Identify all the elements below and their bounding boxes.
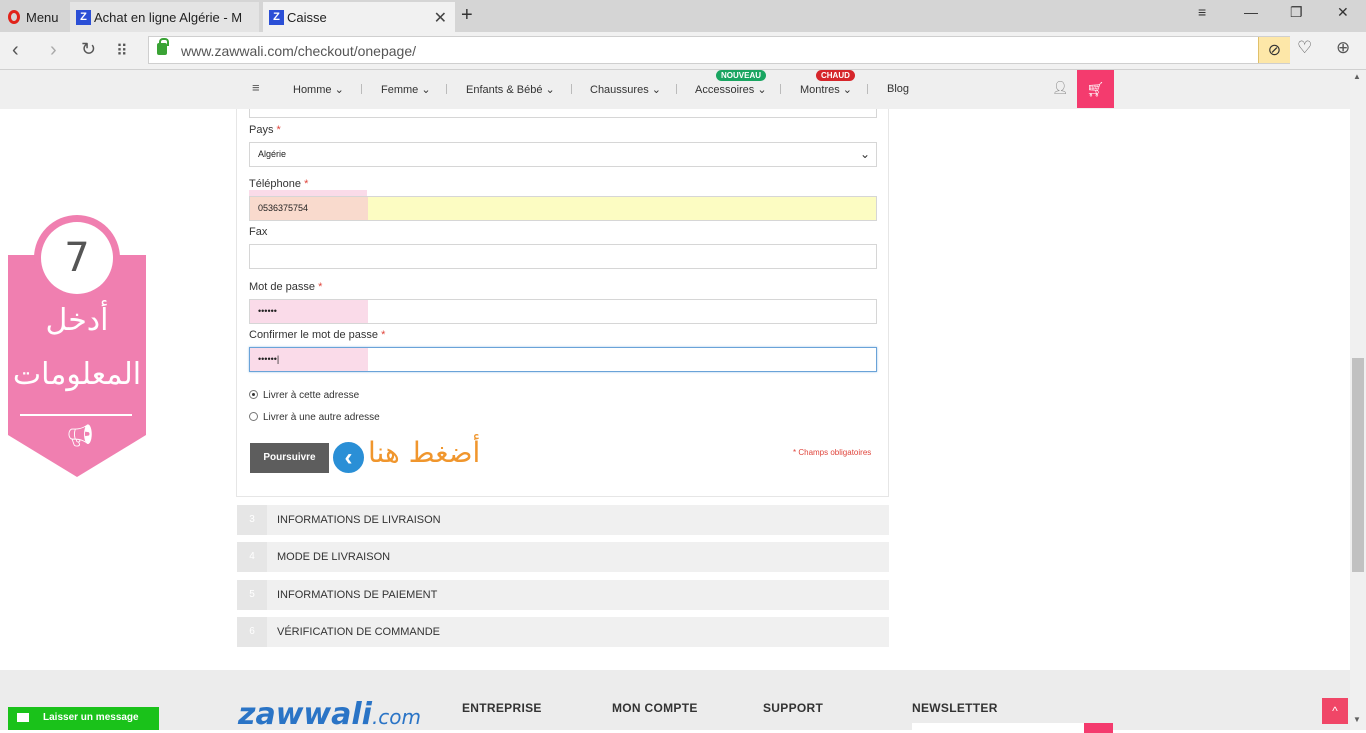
address-bar-row: ‹ › ↻ ⠿ www.zawwali.com/checkout/onepage… — [0, 32, 1366, 70]
restore-icon[interactable]: ❐ — [1290, 4, 1303, 21]
nav-item-accessoires[interactable]: Accessoires ⌄ — [695, 83, 767, 96]
fax-input[interactable] — [249, 244, 877, 269]
footer-heading-mon-compte: MON COMPTE — [612, 701, 698, 715]
nouveau-badge: NOUVEAU — [716, 70, 767, 81]
opera-logo-icon — [8, 10, 20, 24]
download-icon[interactable]: ⊕ — [1336, 38, 1350, 58]
step-number: 4 — [237, 542, 267, 572]
site-footer: zawwali.com ENTREPRISE MON COMPTE SUPPOR… — [0, 670, 1350, 733]
footer-heading-support: SUPPORT — [763, 701, 824, 715]
ship-same-label: Livrer à cette adresse — [263, 390, 360, 401]
country-select[interactable]: Algérie ⌄ — [249, 142, 877, 167]
url-field[interactable]: www.zawwali.com/checkout/onepage/ ⊘ — [148, 36, 1290, 64]
mail-icon — [17, 713, 29, 722]
newsletter-email-input[interactable] — [912, 723, 1084, 733]
tab-achat-en-ligne[interactable]: Z Achat en ligne Algérie - M — [70, 2, 259, 32]
instruction-line-1: أدخل — [45, 303, 109, 338]
step-number: 5 — [237, 580, 267, 610]
footer-heading-entreprise: ENTREPRISE — [462, 701, 542, 715]
continue-button[interactable]: Poursuivre — [250, 443, 329, 473]
phone-input[interactable]: 0536375754 — [249, 196, 877, 221]
ship-same-radio[interactable] — [249, 390, 258, 399]
nav-item-femme[interactable]: Femme ⌄ — [381, 83, 431, 96]
zawwali-favicon-icon: Z — [76, 9, 91, 25]
confirm-password-label: Confirmer le mot de passe * — [249, 329, 386, 341]
previous-field-edge — [249, 109, 877, 118]
nav-item-homme[interactable]: Homme ⌄ — [293, 83, 344, 96]
reload-icon[interactable]: ↻ — [81, 39, 96, 60]
country-label: Pays * — [249, 124, 281, 136]
nav-separator — [361, 84, 362, 94]
confirm-password-input[interactable]: ••••••| — [249, 347, 877, 372]
chevron-down-icon: ⌄ — [859, 147, 870, 161]
nav-separator — [780, 84, 781, 94]
ad-block-icon[interactable]: ⊘ — [1258, 37, 1290, 63]
scrollbar-thumb[interactable] — [1352, 358, 1364, 572]
tab-caisse[interactable]: Z Caisse ✕ — [263, 2, 455, 32]
ship-other-radio[interactable] — [249, 412, 258, 421]
nav-item-montres[interactable]: Montres ⌄ — [800, 83, 852, 96]
step-title: MODE DE LIVRAISON — [277, 551, 391, 563]
newsletter-submit-button[interactable] — [1084, 723, 1113, 733]
bookmark-heart-icon[interactable]: ♡ — [1297, 38, 1312, 58]
minimize-icon[interactable]: — — [1244, 4, 1258, 20]
step-number: 6 — [237, 617, 267, 647]
hamburger-icon[interactable]: ≡ — [252, 80, 260, 95]
nav-separator — [676, 84, 677, 94]
megaphone-icon: 📢︎ — [66, 423, 94, 448]
tab-title: Caisse — [287, 9, 327, 25]
zawwali-logo[interactable]: zawwali.com — [238, 697, 421, 732]
new-tab-icon[interactable]: + — [461, 4, 473, 27]
chevron-left-icon: ‹ — [331, 440, 366, 475]
scroll-up-icon[interactable]: ▲ — [1353, 72, 1361, 81]
password-label: Mot de passe * — [249, 281, 323, 293]
phone-label: Téléphone * — [249, 178, 309, 190]
opera-menu-label: Menu — [26, 9, 59, 25]
step-order-review[interactable]: 6 VÉRIFICATION DE COMMANDE — [237, 617, 889, 647]
zawwali-favicon-icon: Z — [269, 9, 284, 25]
callout-divider — [20, 414, 132, 416]
leave-message-button[interactable]: Laisser un message — [8, 707, 159, 730]
step-shipping-info[interactable]: 3 INFORMATIONS DE LIVRAISON — [237, 505, 889, 535]
password-input[interactable]: •••••• — [249, 299, 877, 324]
close-tab-icon[interactable]: ✕ — [434, 8, 447, 28]
click-here-annotation: أضغط هنا — [368, 436, 481, 469]
shopping-cart-icon[interactable]: 🛒︎ — [1077, 70, 1114, 108]
step-number: 3 — [237, 505, 267, 535]
scroll-down-icon[interactable]: ▼ — [1353, 715, 1361, 724]
forward-icon[interactable]: › — [50, 39, 57, 62]
lock-icon — [157, 38, 169, 55]
browser-tab-bar: Menu Z Achat en ligne Algérie - M Z Cais… — [0, 0, 1366, 32]
nav-item-chaussures[interactable]: Chaussures ⌄ — [590, 83, 661, 96]
footer-heading-newsletter: NEWSLETTER — [912, 701, 998, 715]
required-fields-note: * Champs obligatoires — [793, 448, 872, 457]
back-icon[interactable]: ‹ — [12, 39, 19, 62]
url-text: www.zawwali.com/checkout/onepage/ — [181, 43, 417, 59]
step-payment-info[interactable]: 5 INFORMATIONS DE PAIEMENT — [237, 580, 889, 610]
speed-dial-icon[interactable]: ⠿ — [116, 41, 128, 61]
ship-other-label: Livrer à une autre adresse — [263, 412, 380, 423]
opera-menu-button[interactable]: Menu — [0, 2, 68, 32]
tab-menu-icon[interactable]: ≡ — [1198, 4, 1206, 20]
chaud-badge: CHAUD — [816, 70, 855, 81]
close-window-icon[interactable]: ✕ — [1337, 4, 1349, 21]
nav-separator — [867, 84, 868, 94]
site-navigation: ≡ Homme ⌄ Femme ⌄ Enfants & Bébé ⌄ Chaus… — [0, 70, 1350, 109]
leave-message-label: Laisser un message — [43, 712, 139, 723]
step-shipping-method[interactable]: 4 MODE DE LIVRAISON — [237, 542, 889, 572]
instruction-line-2: المعلومات — [12, 357, 142, 392]
fax-label: Fax — [249, 226, 268, 238]
nav-separator — [571, 84, 572, 94]
step-number-badge: 7 — [41, 222, 113, 294]
tab-title: Achat en ligne Algérie - M — [94, 9, 243, 25]
user-account-icon[interactable]: 👤︎ — [1052, 80, 1069, 96]
nav-item-enfants[interactable]: Enfants & Bébé ⌄ — [466, 83, 555, 96]
step-title: INFORMATIONS DE LIVRAISON — [277, 514, 441, 526]
nav-separator — [446, 84, 447, 94]
step-title: VÉRIFICATION DE COMMANDE — [277, 626, 440, 638]
step-title: INFORMATIONS DE PAIEMENT — [277, 589, 438, 601]
back-to-top-button[interactable]: ^ — [1322, 698, 1348, 724]
instruction-callout: 7 أدخل المعلومات 📢︎ — [8, 215, 146, 477]
nav-item-blog[interactable]: Blog — [887, 83, 909, 95]
